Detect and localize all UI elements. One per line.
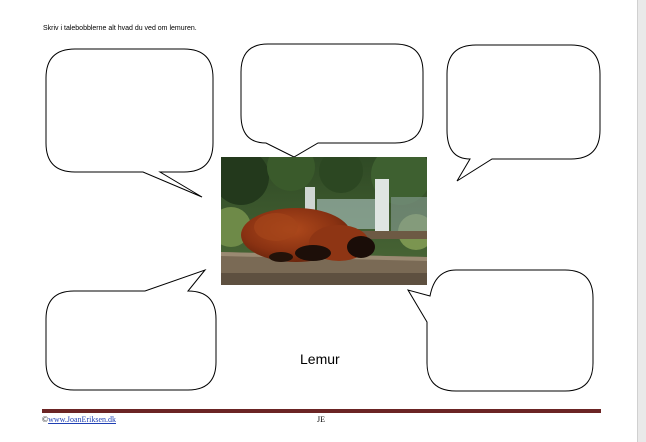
speech-bubble-bottom-right[interactable] [406,269,594,392]
speech-bubble-top-middle[interactable] [240,43,424,158]
footer-initials: JE [317,415,325,424]
speech-bubble-top-left[interactable] [45,48,214,198]
footer-copyright: ©www.JoanEriksen.dk [42,415,116,424]
footer-website-link[interactable]: www.JoanEriksen.dk [48,415,116,424]
window-edge [637,0,646,442]
worksheet-page: Skriv i talebobblerne alt hvad du ved om… [0,0,646,442]
photo-caption: Lemur [300,351,340,367]
speech-bubble-bottom-left[interactable] [45,268,217,391]
speech-bubble-top-right[interactable] [446,44,601,182]
footer-rule [42,409,601,413]
lemur-photo [221,157,427,285]
